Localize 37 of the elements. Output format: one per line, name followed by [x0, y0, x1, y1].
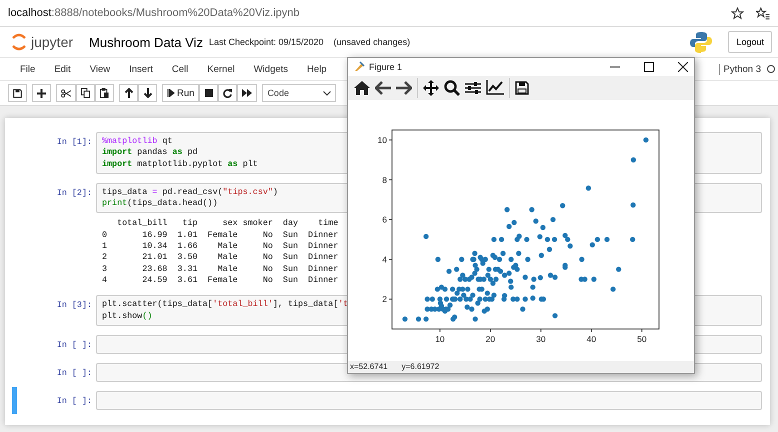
cell-prompt: In [ ]:: [56, 366, 93, 378]
output-line: 4 24.59 3.61 Female No Sun Dinner: [102, 274, 338, 286]
y-tick-label: 10: [378, 134, 387, 145]
output-line: 3 23.68 3.31 Male No Sun Dinner: [102, 264, 338, 275]
output-line: 1 10.34 1.66 Male No Sun Dinner: [102, 241, 338, 252]
code-line: plt.show(): [102, 310, 152, 322]
x-tick-label: 40: [586, 334, 596, 344]
x-tick-label: 10: [435, 334, 445, 344]
code-line: %matplotlib qt: [102, 136, 172, 148]
y-tick-label: 2: [382, 294, 387, 304]
y-tick-label: 8: [382, 174, 387, 185]
code-line: tips_data = pd.read_csv("tips.csv"): [102, 186, 278, 198]
cell-type-value: Code: [267, 88, 289, 98]
y-tick-label: 6: [382, 214, 387, 224]
checkpoint-text: Last Checkpoint: 09/15/2020: [208, 37, 324, 47]
kernel-name: Python 3: [718, 64, 761, 74]
cell-prompt: In [ ]:: [56, 338, 93, 350]
x-tick-label: 20: [486, 334, 496, 344]
code-line: print(tips_data.head()): [102, 198, 218, 210]
window-title: Figure 1: [369, 62, 402, 72]
save-status-text: (unsaved changes): [334, 37, 410, 47]
code-line: plt.scatter(tips_data['total_bill'], tips_data['t: [102, 299, 348, 311]
y-tick-label: 4: [382, 254, 387, 264]
cell-prompt: In [3]:: [56, 299, 93, 310]
cursor-y-readout: y=6.61972: [402, 362, 440, 372]
x-tick-label: 50: [637, 334, 647, 344]
output-line: 2 21.01 3.50 Male No Sun Dinner: [102, 252, 338, 264]
cell-prompt: In [ ]:: [56, 394, 93, 406]
jupyter-logo-text: jupyter: [31, 34, 74, 50]
cell-prompt: In [1]:: [56, 136, 93, 147]
output-line: total_bill tip sex smoker day time: [116, 218, 338, 230]
cell-prompt: In [2]:: [56, 186, 93, 198]
code-line: import matplotlib.pyplot as plt: [102, 158, 258, 170]
code-line: import pandas as pd: [102, 147, 198, 159]
cursor-x-readout: x=52.6741: [350, 362, 388, 372]
x-tick-label: 30: [536, 334, 546, 344]
output-line: 0 16.99 1.01 Female No Sun Dinner: [102, 230, 338, 242]
